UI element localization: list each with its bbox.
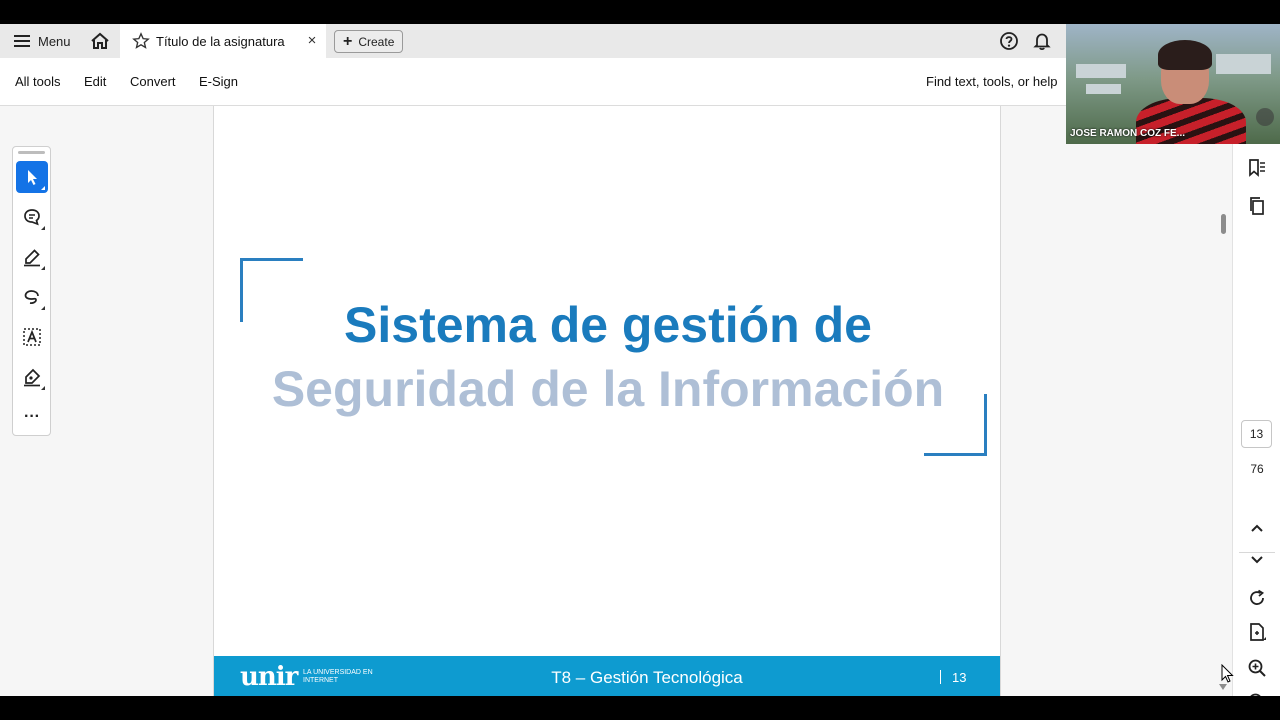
vertical-scrollbar[interactable] bbox=[1218, 106, 1230, 696]
previous-page-button[interactable] bbox=[1245, 516, 1269, 540]
mouse-cursor-icon bbox=[1221, 664, 1234, 683]
slide-footer: unir LA UNIVERSIDAD EN INTERNET T8 – Ges… bbox=[214, 656, 1000, 696]
menu-button[interactable]: Menu bbox=[8, 24, 77, 58]
pdf-page[interactable]: Sistema de gestión de Seguridad de la In… bbox=[213, 106, 1001, 696]
tool-expand-corner bbox=[41, 306, 45, 310]
zoom-in-button[interactable] bbox=[1245, 656, 1269, 680]
close-tab-icon[interactable]: × bbox=[304, 33, 320, 49]
text-select-tool[interactable] bbox=[16, 321, 48, 353]
create-label: Create bbox=[358, 34, 395, 49]
star-icon[interactable] bbox=[132, 32, 150, 50]
zoom-out-button[interactable] bbox=[1245, 690, 1269, 696]
chevron-down-icon bbox=[1251, 556, 1263, 564]
participant-hair bbox=[1158, 40, 1212, 70]
sign-icon bbox=[24, 368, 41, 387]
total-pages: 76 bbox=[1250, 462, 1264, 476]
rotate-icon bbox=[1250, 589, 1265, 605]
zoom-in-icon bbox=[1248, 659, 1266, 677]
scroll-down-arrow-icon[interactable] bbox=[1219, 684, 1227, 690]
select-tool[interactable] bbox=[16, 161, 48, 193]
sign-tool[interactable] bbox=[16, 361, 48, 393]
slide-footer-page-number: 13 bbox=[952, 670, 967, 685]
rail-divider bbox=[1239, 552, 1275, 553]
esign-menu[interactable]: E-Sign bbox=[199, 74, 238, 89]
current-page-input[interactable]: 13 bbox=[1241, 420, 1272, 448]
convert-menu[interactable]: Convert bbox=[130, 74, 176, 89]
edit-menu[interactable]: Edit bbox=[84, 74, 106, 89]
tool-expand-corner bbox=[41, 186, 45, 190]
footer-separator bbox=[940, 670, 941, 684]
home-icon bbox=[91, 32, 109, 49]
webcam-overlay: JOSE RAMON COZ FE... bbox=[1066, 24, 1280, 144]
bookmark-icon bbox=[1249, 159, 1265, 177]
page-display-button[interactable] bbox=[1245, 620, 1269, 644]
more-tools-button[interactable]: ··· bbox=[16, 401, 48, 433]
scrollbar-thumb[interactable] bbox=[1221, 214, 1226, 234]
comment-tool[interactable] bbox=[16, 201, 48, 233]
slide-footer-title: T8 – Gestión Tecnológica bbox=[551, 668, 743, 687]
pages-copy-icon bbox=[1250, 197, 1264, 215]
tool-expand-corner bbox=[41, 386, 45, 390]
webcam-background-building bbox=[1076, 64, 1126, 78]
right-side-rail: 13 76 bbox=[1232, 144, 1280, 696]
acrobat-window: Menu Título de la asignatura × + Create … bbox=[0, 24, 1280, 696]
draw-tool[interactable] bbox=[16, 281, 48, 313]
create-button[interactable]: + Create bbox=[334, 30, 404, 53]
all-tools-menu[interactable]: All tools bbox=[15, 74, 61, 89]
bookmarks-button[interactable] bbox=[1245, 156, 1269, 180]
highlight-tool[interactable] bbox=[16, 241, 48, 273]
hamburger-icon bbox=[14, 35, 30, 47]
document-tab-title: Título de la asignatura bbox=[156, 33, 285, 49]
help-icon[interactable] bbox=[999, 31, 1019, 51]
more-icon: ··· bbox=[24, 408, 40, 425]
page-thumbnails-button[interactable] bbox=[1245, 194, 1269, 218]
select-arrow-icon bbox=[28, 170, 37, 185]
lasso-draw-icon bbox=[24, 290, 39, 304]
find-search-field[interactable]: Find text, tools, or help bbox=[926, 74, 1058, 89]
rail-grip-handle[interactable] bbox=[18, 151, 45, 154]
rotate-button[interactable] bbox=[1245, 586, 1269, 610]
highlighter-icon bbox=[24, 249, 40, 267]
home-button[interactable] bbox=[88, 30, 112, 52]
zoom-out-icon bbox=[1250, 693, 1261, 696]
comment-icon bbox=[24, 209, 40, 226]
tool-expand-corner bbox=[41, 266, 45, 270]
document-tab[interactable]: Título de la asignatura × bbox=[120, 24, 326, 58]
participant-name: JOSE RAMON COZ FE... bbox=[1070, 128, 1186, 139]
eye-icon[interactable] bbox=[1256, 108, 1274, 126]
slide-title-line2: Seguridad de la Información bbox=[271, 361, 945, 417]
slide-title-line1: Sistema de gestión de bbox=[344, 297, 872, 353]
webcam-background-building bbox=[1216, 54, 1271, 74]
text-select-icon bbox=[23, 328, 41, 346]
page-settings-icon bbox=[1250, 623, 1266, 641]
chevron-up-icon bbox=[1251, 524, 1263, 532]
bell-icon[interactable] bbox=[1032, 31, 1052, 51]
plus-icon: + bbox=[343, 32, 353, 50]
menu-label: Menu bbox=[38, 33, 71, 49]
quick-tools-rail: ··· bbox=[12, 146, 51, 436]
tool-expand-corner bbox=[41, 226, 45, 230]
webcam-background-building bbox=[1086, 84, 1121, 94]
